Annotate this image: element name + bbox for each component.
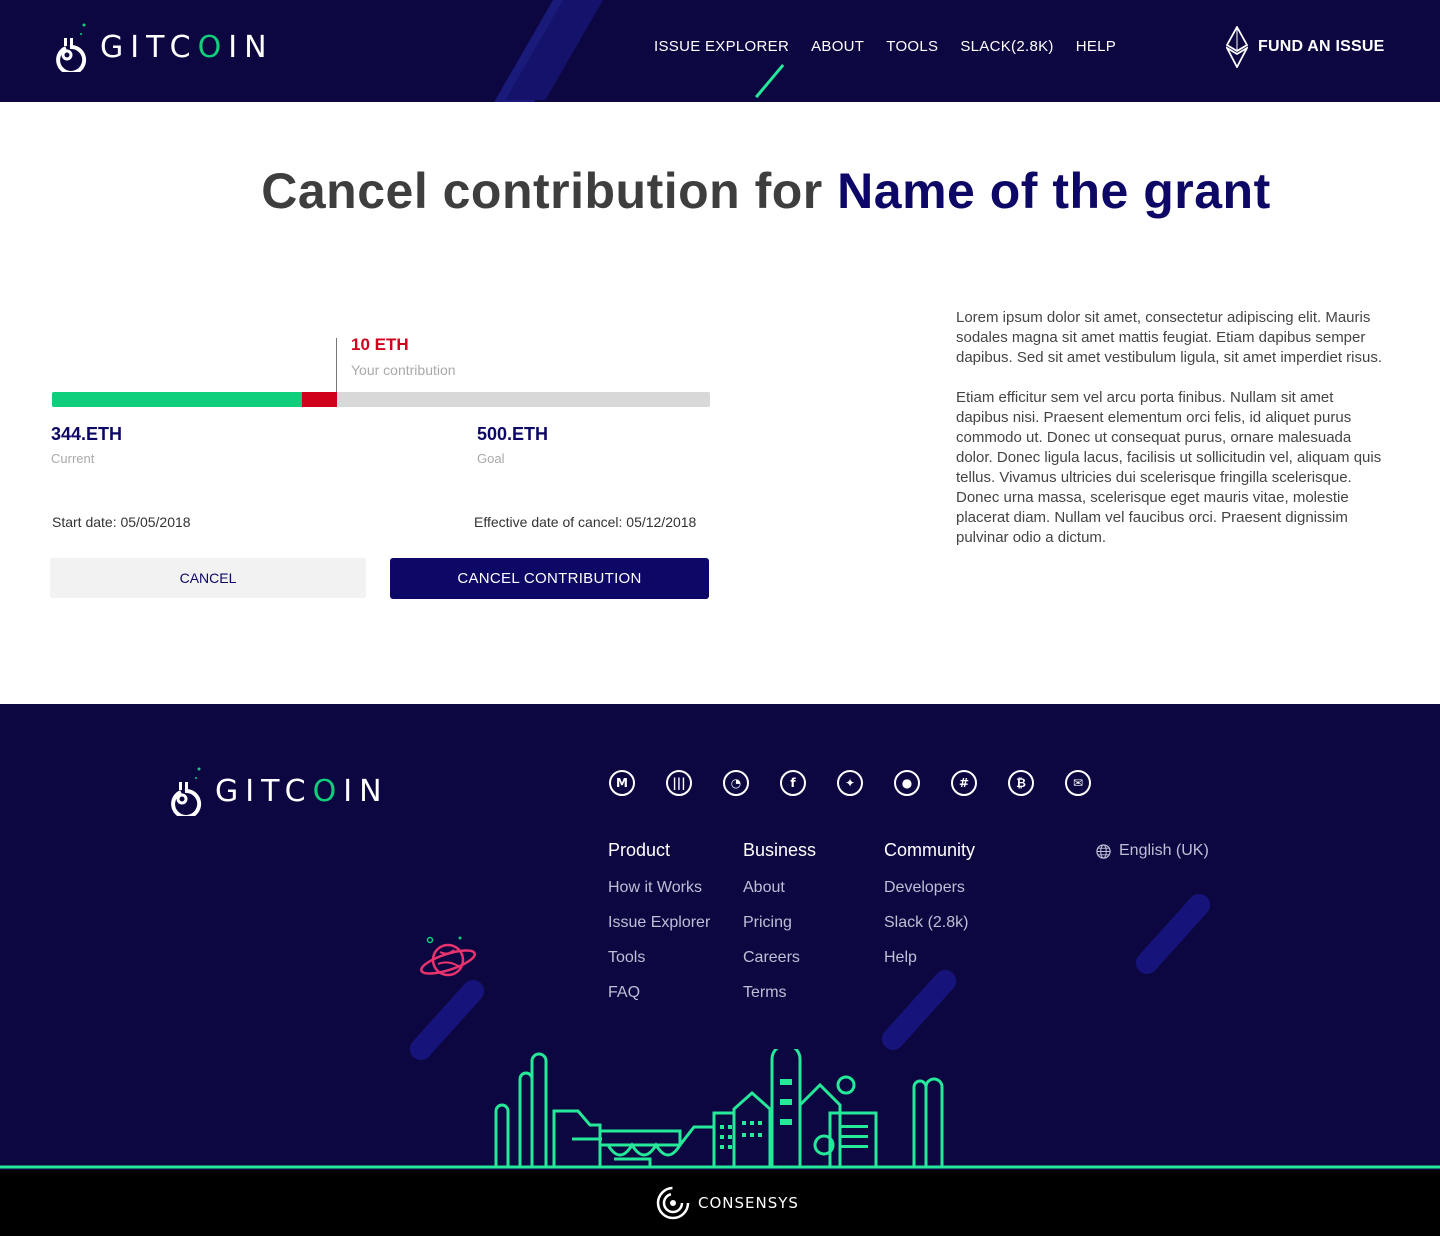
facebook-icon[interactable]: f — [780, 770, 806, 796]
reddit-icon[interactable]: ● — [894, 770, 920, 796]
goal-amount: 500.ETH — [477, 424, 549, 444]
consensys-logo[interactable]: CONSENSYS — [656, 1186, 799, 1220]
footer-link[interactable]: Terms — [743, 984, 816, 1002]
github-icon[interactable]: ◔ — [723, 770, 749, 796]
grant-name[interactable]: Name of the grant — [837, 163, 1271, 219]
site-footer: GITCOIN M ||| ◔ f ✦ ● # ₿ ✉ Product How … — [0, 704, 1440, 1170]
logo-wordmark: GITCOIN — [100, 29, 274, 65]
slack-icon[interactable]: # — [951, 770, 977, 796]
gitcoin-logo-icon — [171, 767, 202, 816]
medium-icon[interactable]: M — [609, 770, 635, 796]
grant-description: Lorem ipsum dolor sit amet, consectetur … — [956, 308, 1388, 548]
current-amount: 344.ETH — [51, 424, 123, 444]
logo-wordmark: GITCOIN — [215, 773, 389, 809]
footer-heading: Product — [608, 840, 671, 860]
language-label: English (UK) — [1119, 842, 1209, 859]
email-icon[interactable]: ✉ — [1065, 770, 1091, 796]
footer-gitcoin-logo[interactable]: GITCOIN — [163, 766, 389, 816]
twitter-icon[interactable]: ✦ — [837, 770, 863, 796]
decorative-stripe — [1131, 889, 1215, 979]
gitcoin-logo[interactable]: GITCOIN — [48, 22, 274, 72]
contribution-amount: 10 ETH — [351, 335, 409, 354]
main-nav: ISSUE EXPLORER ABOUT TOOLS SLACK(2.8K) H… — [654, 38, 1116, 55]
current-label: Current — [51, 451, 95, 466]
funding-progress-bar — [52, 392, 710, 407]
gitter-icon[interactable]: ||| — [666, 770, 692, 796]
bitcoin-icon[interactable]: ₿ — [1008, 770, 1034, 796]
progress-current-fill — [52, 392, 303, 407]
page-title: Cancel contribution for Name of the gran… — [0, 162, 1440, 220]
site-header: GITCOIN ISSUE EXPLORER ABOUT TOOLS SLACK… — [0, 0, 1440, 102]
cancel-contribution-button[interactable]: CANCEL CONTRIBUTION — [390, 558, 709, 599]
language-selector[interactable]: English (UK) — [1096, 842, 1209, 860]
consensys-label: CONSENSYS — [698, 1194, 799, 1212]
footer-link[interactable]: Pricing — [743, 914, 816, 932]
footer-link[interactable]: Developers — [884, 879, 975, 897]
footer-link[interactable]: How it Works — [608, 879, 710, 897]
consensys-icon — [656, 1186, 690, 1220]
progress-contribution-fill — [302, 392, 337, 407]
footer-heading: Business — [743, 840, 817, 860]
globe-icon — [1096, 843, 1111, 859]
footer-link[interactable]: About — [743, 879, 816, 897]
footer-link[interactable]: Tools — [608, 949, 710, 967]
nav-issue-explorer[interactable]: ISSUE EXPLORER — [654, 38, 789, 55]
contribution-label: Your contribution — [351, 362, 456, 378]
footer-column-product: Product How it Works Issue Explorer Tool… — [608, 840, 710, 1019]
ethereum-icon — [1226, 26, 1248, 68]
start-date: Start date: 05/05/2018 — [52, 514, 191, 530]
city-skyline-illustration — [0, 1049, 1440, 1169]
footer-link[interactable]: Careers — [743, 949, 816, 967]
footer-column-business: Business About Pricing Careers Terms — [743, 840, 816, 1019]
fund-issue-label: FUND AN ISSUE — [1258, 38, 1385, 55]
nav-tools[interactable]: TOOLS — [886, 38, 938, 55]
description-paragraph: Lorem ipsum dolor sit amet, consectetur … — [956, 309, 1383, 366]
footer-column-community: Community Developers Slack (2.8k) Help — [884, 840, 975, 984]
nav-about[interactable]: ABOUT — [811, 38, 864, 55]
decorative-stripe — [505, 0, 615, 100]
social-links: M ||| ◔ f ✦ ● # ₿ ✉ — [609, 770, 1091, 796]
cancel-effective-date: Effective date of cancel: 05/12/2018 — [474, 514, 697, 530]
gitcoin-logo-icon — [56, 23, 87, 72]
footer-heading: Community — [884, 840, 976, 860]
contribution-marker — [336, 338, 337, 398]
nav-active-indicator — [755, 64, 785, 99]
fund-issue-button[interactable]: FUND AN ISSUE — [1226, 26, 1384, 68]
footer-link[interactable]: Help — [884, 949, 975, 967]
goal-label: Goal — [477, 451, 505, 466]
footer-link[interactable]: FAQ — [608, 984, 710, 1002]
footer-link[interactable]: Slack (2.8k) — [884, 914, 975, 932]
planet-illustration — [420, 936, 476, 977]
footer-bottom-bar: CONSENSYS — [0, 1170, 1440, 1236]
nav-help[interactable]: HELP — [1076, 38, 1116, 55]
footer-link[interactable]: Issue Explorer — [608, 914, 710, 932]
cancel-button[interactable]: CANCEL — [50, 558, 366, 598]
description-paragraph: Etiam efficitur sem vel arcu porta finib… — [956, 389, 1382, 546]
nav-slack[interactable]: SLACK(2.8K) — [960, 38, 1053, 55]
title-prefix: Cancel contribution for — [261, 163, 838, 219]
